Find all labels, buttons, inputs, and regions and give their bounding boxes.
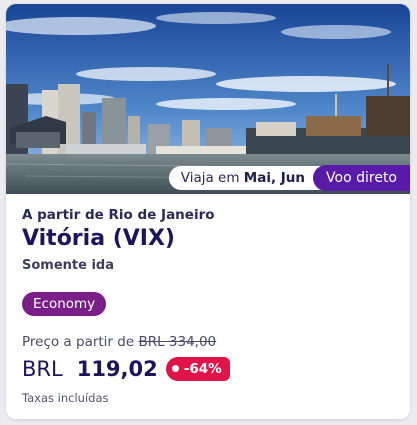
tag-hole-icon — [171, 365, 179, 372]
travel-dates-chip: Viaja em Mai, Jun — [168, 166, 334, 190]
direct-flight-badge: Voo direto — [313, 165, 410, 191]
origin-text: A partir de Rio de Janeiro — [22, 207, 215, 223]
chip-row: Viaja em Mai, Jun Voo direto — [168, 165, 410, 191]
old-price: BRL 334,00 — [138, 334, 217, 350]
offer-details: A partir de Rio de Janeiro Vitória (VIX)… — [6, 194, 410, 419]
price-from-line: Preço a partir de BRL 334,00 — [22, 334, 216, 350]
destination-offer-card[interactable]: Viaja em Mai, Jun Voo direto A partir de… — [6, 4, 410, 419]
price-from-label: Preço a partir de — [22, 334, 135, 350]
discount-tag: -64% — [165, 357, 230, 381]
cabin-class-badge: Economy — [22, 292, 107, 316]
travel-dates-prefix: Viaja em — [180, 170, 240, 186]
currency-code: BRL — [22, 357, 63, 381]
travel-dates-months: Mai, Jun — [243, 170, 306, 186]
trip-type-text: Somente ida — [22, 258, 115, 273]
price-row: BRL 119,02 -64% — [22, 354, 230, 384]
price-amount: 119,02 — [76, 357, 158, 381]
discount-value: -64% — [183, 361, 222, 377]
destination-title[interactable]: Vitória (VIX) — [22, 226, 175, 251]
taxes-note: Taxas incluídas — [22, 391, 109, 405]
